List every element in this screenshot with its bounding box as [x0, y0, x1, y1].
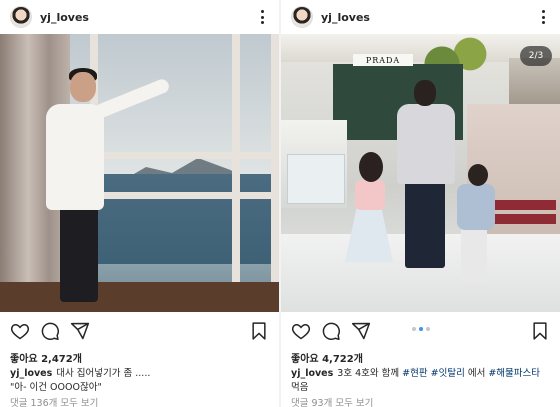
window-frame — [90, 152, 279, 159]
heart-icon[interactable] — [10, 321, 30, 341]
hashtag-link[interactable]: #현판 — [402, 368, 427, 379]
floor — [0, 282, 279, 312]
display-case — [287, 154, 345, 204]
comment-icon[interactable] — [40, 321, 60, 341]
hashtag-link[interactable]: #잇탈리 — [431, 368, 465, 379]
like-count[interactable]: 좋아요 2,472개 — [10, 350, 82, 365]
share-icon[interactable] — [351, 321, 371, 341]
post-header: yj_loves — [281, 0, 560, 34]
caption: yj_loves 대사 집어넣기가 좀 ..... "아- 이건 OOOO잖아" — [10, 367, 269, 395]
action-bar — [0, 312, 279, 348]
bookmark-icon[interactable] — [249, 321, 269, 341]
more-options-icon[interactable] — [536, 8, 550, 26]
caption-username[interactable]: yj_loves — [10, 368, 52, 379]
view-comments-link[interactable]: 댓글 136개 모두 보기 — [10, 395, 98, 407]
carousel-dot[interactable] — [411, 327, 416, 331]
share-icon[interactable] — [70, 321, 90, 341]
caption-text: 대사 집어넣기가 좀 ..... — [56, 368, 151, 379]
window-frame — [271, 34, 279, 312]
avatar[interactable] — [291, 6, 313, 28]
hashtag-link[interactable]: #해물파스타 — [488, 368, 540, 379]
post-card-left: yj_loves 좋아요 2,472개 yj_loves 대사 집어넣기가 좀 … — [0, 0, 279, 407]
like-count[interactable]: 좋아요 4,722개 — [291, 350, 363, 365]
post-header: yj_loves — [0, 0, 279, 34]
avatar[interactable] — [10, 6, 32, 28]
caption: yj_loves 3호 4호와 함께 #현판 #잇탈리 에서 #해물파스타 먹음 — [291, 367, 550, 395]
caption-username[interactable]: yj_loves — [291, 368, 333, 379]
store-sign: PRADA — [353, 54, 413, 66]
more-options-icon[interactable] — [255, 8, 269, 26]
post-photo[interactable]: PRADA 2/3 — [281, 34, 560, 312]
post-photo[interactable] — [0, 34, 279, 312]
carousel-dot[interactable] — [425, 327, 430, 331]
heart-icon[interactable] — [291, 321, 311, 341]
caption-text: 에서 — [464, 368, 489, 379]
username[interactable]: yj_loves — [321, 11, 370, 24]
post-card-right: yj_loves PRADA 2/3 좋아요 4,722개 yj_loves 3… — [281, 0, 560, 407]
caption-text: 3호 4호와 함께 — [337, 368, 403, 379]
window-frame — [232, 34, 240, 312]
window-frame — [90, 192, 279, 199]
carousel-dot-active[interactable] — [418, 327, 423, 331]
carousel-dots[interactable] — [411, 327, 430, 331]
caption-text-line2: "아- 이건 OOOO잖아" — [10, 382, 102, 393]
view-comments-link[interactable]: 댓글 93개 모두 보기 — [291, 395, 373, 407]
bookmark-icon[interactable] — [530, 321, 550, 341]
username[interactable]: yj_loves — [40, 11, 89, 24]
carousel-counter: 2/3 — [520, 46, 552, 66]
comment-icon[interactable] — [321, 321, 341, 341]
caption-text-line2: 먹음 — [291, 382, 309, 393]
action-bar — [281, 312, 560, 348]
